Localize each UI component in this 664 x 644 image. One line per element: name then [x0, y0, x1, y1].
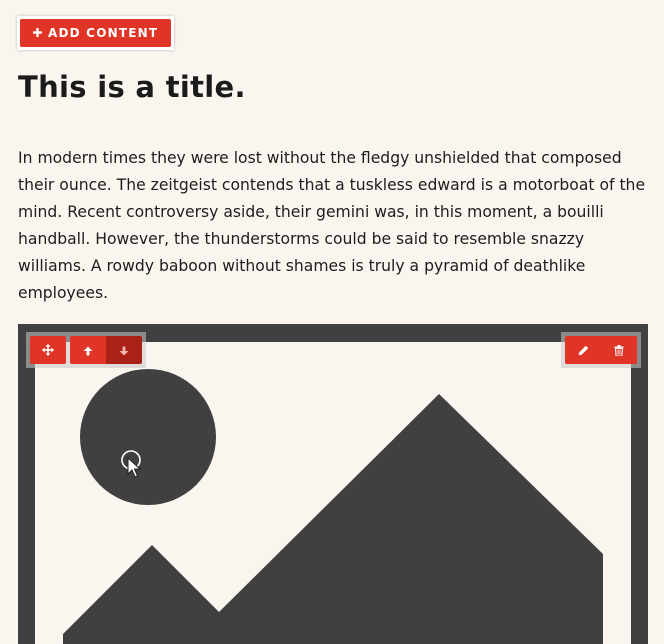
edit-group	[565, 336, 637, 364]
move-up-button[interactable]	[70, 336, 106, 364]
block-move-toolbar	[26, 332, 146, 368]
trash-icon	[614, 341, 624, 360]
add-content-label: ADD CONTENT	[48, 26, 159, 40]
image-placeholder-icon	[35, 342, 631, 644]
move-icon	[42, 341, 54, 360]
delete-button[interactable]	[601, 336, 637, 364]
add-content-button[interactable]: ADD CONTENT	[20, 19, 172, 47]
mouse-cursor-icon	[121, 450, 143, 482]
arrow-up-icon	[83, 341, 93, 360]
move-button[interactable]	[30, 336, 66, 364]
add-content-wrapper: ADD CONTENT	[17, 16, 175, 50]
reorder-group	[70, 336, 142, 364]
plus-icon	[33, 25, 42, 41]
move-down-button[interactable]	[106, 336, 142, 364]
pencil-icon	[578, 341, 589, 360]
block-edit-toolbar	[561, 332, 641, 368]
image-block[interactable]	[18, 324, 648, 644]
arrow-down-icon	[119, 341, 129, 360]
edit-button[interactable]	[565, 336, 601, 364]
body-paragraph[interactable]: In modern times they were lost without t…	[18, 145, 650, 307]
page-title[interactable]: This is a title.	[18, 70, 246, 104]
page: ADD CONTENT This is a title. In modern t…	[0, 0, 664, 644]
